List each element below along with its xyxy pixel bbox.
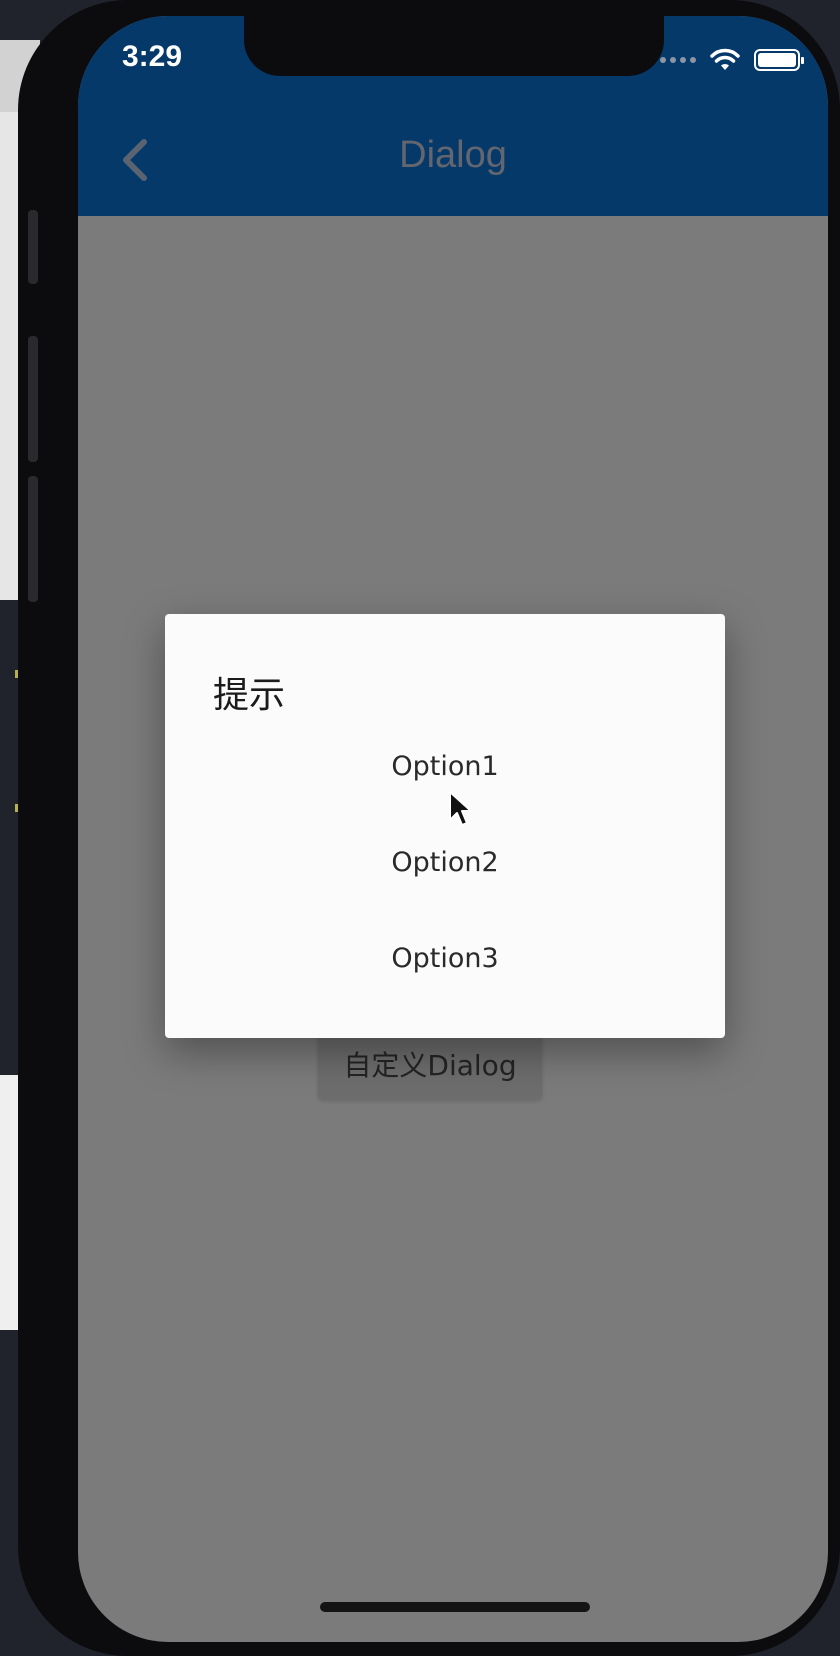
- dialog-option-1[interactable]: Option1: [165, 726, 725, 806]
- custom-dialog-button[interactable]: 自定义Dialog: [318, 1029, 542, 1099]
- battery-icon: [754, 49, 804, 71]
- phone-screen: 3:29 Dialog 自定义Dialog 提示 Option1 Option2…: [78, 16, 828, 1642]
- phone-side-button: [28, 476, 38, 602]
- dialog-title: 提示: [213, 675, 286, 716]
- phone-side-button: [28, 336, 38, 462]
- home-indicator[interactable]: [320, 1602, 590, 1612]
- cellular-signal-icon: [660, 57, 696, 63]
- simple-dialog: 提示 Option1 Option2 Option3: [165, 614, 725, 1038]
- dialog-option-3[interactable]: Option3: [165, 918, 725, 998]
- phone-side-button: [28, 210, 38, 284]
- mouse-cursor-icon: [449, 791, 472, 826]
- status-time: 3:29: [122, 40, 183, 73]
- status-icons: [660, 48, 804, 72]
- page-title: Dialog: [399, 134, 507, 176]
- wifi-icon: [710, 48, 740, 70]
- app-bar: 3:29 Dialog: [78, 16, 828, 216]
- dialog-option-2[interactable]: Option2: [165, 822, 725, 902]
- notch: [244, 16, 664, 76]
- phone-frame: 3:29 Dialog 自定义Dialog 提示 Option1 Option2…: [18, 0, 840, 1656]
